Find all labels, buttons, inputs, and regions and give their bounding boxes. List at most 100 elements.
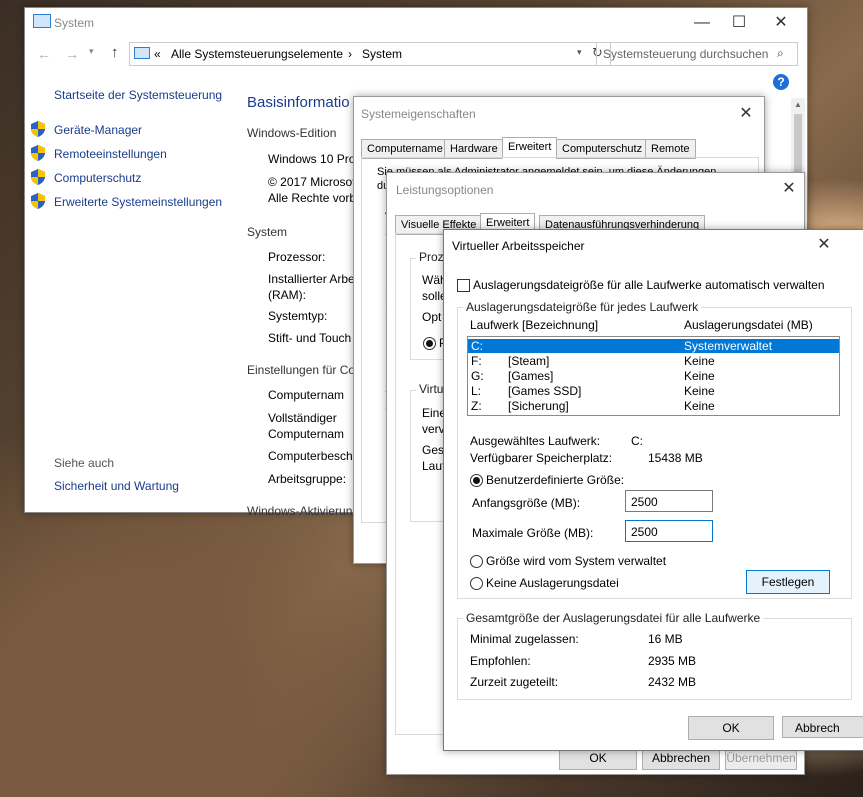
column-pagefile: Auslagerungsdatei (MB) [684, 318, 813, 332]
drive-letter: F: [471, 354, 482, 368]
virtual-memory-dialog: Virtueller Arbeitsspeicher ✕ Auslagerung… [443, 229, 863, 751]
address-item-system[interactable]: System [362, 47, 402, 61]
copyright-line2: Alle Rechte vorb [268, 191, 357, 205]
max-size-label: Maximale Größe (MB): [472, 526, 594, 540]
settings-header: Einstellungen für Co [247, 363, 356, 377]
address-dropdown-icon[interactable]: ▾ [577, 47, 582, 58]
scroll-up-icon[interactable]: ▲ [794, 100, 802, 109]
tab-computername[interactable]: Computername [361, 139, 449, 159]
drive-letter: Z: [471, 399, 482, 413]
vm-titlebar[interactable]: Virtueller Arbeitsspeicher ✕ [444, 230, 863, 260]
tab-remote[interactable]: Remote [645, 139, 696, 159]
close-icon[interactable]: ✕ [735, 103, 757, 125]
minimize-icon[interactable]: — [691, 12, 713, 34]
sysprops-title: Systemeigenschaften [361, 107, 476, 121]
address-monitor-icon [134, 47, 150, 59]
help-icon[interactable]: ? [773, 74, 789, 90]
ram-label-line2: (RAM): [268, 288, 306, 302]
drive-list[interactable]: C: Systemverwaltet F: [Steam] Keine G: [… [467, 336, 840, 416]
sysprops-titlebar[interactable]: Systemeigenschaften ✕ [354, 97, 764, 127]
system-managed-label[interactable]: Größe wird vom System verwaltet [486, 554, 666, 568]
tab-system-protection[interactable]: Computerschutz [556, 139, 649, 159]
initial-size-input[interactable]: 2500 [625, 490, 713, 512]
sidebar-item-device-manager[interactable]: Geräte-Manager [54, 123, 142, 137]
custom-size-radio[interactable] [470, 474, 483, 487]
search-icon[interactable]: ⌕ [777, 46, 784, 61]
auto-manage-checkbox[interactable] [457, 279, 470, 292]
close-icon[interactable]: ✕ [770, 12, 792, 34]
system-managed-radio[interactable] [470, 555, 483, 568]
sidebar-home-link[interactable]: Startseite der Systemsteuerung [54, 88, 222, 102]
selected-drive-value: C: [631, 434, 643, 448]
vm-cancel-button[interactable]: Abbrech [782, 716, 863, 738]
drive-row-l[interactable]: L: [Games SSD] Keine [468, 384, 839, 398]
activation-header: Windows-Aktivierun [247, 504, 353, 518]
description-label: Computerbesch [268, 449, 353, 463]
virtual-memory-group-label: Virtu [416, 382, 447, 396]
close-icon[interactable]: ✕ [813, 234, 835, 256]
maximize-icon[interactable]: ☐ [728, 12, 750, 34]
min-allowed-label: Minimal zugelassen: [470, 632, 579, 646]
address-bar[interactable]: « Alle Systemsteuerungselemente › System… [129, 42, 611, 66]
drive-label: [Steam] [508, 354, 550, 368]
fullname-label-line2: Computernam [268, 427, 345, 441]
perf-title: Leistungsoptionen [396, 183, 494, 197]
current-allocated-label: Zurzeit zugeteilt: [470, 675, 559, 689]
drive-row-f[interactable]: F: [Steam] Keine [468, 354, 839, 368]
close-icon[interactable]: ✕ [778, 178, 800, 200]
drive-pagefile: Keine [684, 369, 715, 383]
optimize-label: Opt [422, 310, 442, 324]
up-arrow-icon[interactable]: ↑ [111, 44, 119, 61]
set-button[interactable]: Festlegen [746, 570, 830, 594]
drive-label: [Games] [508, 369, 554, 383]
page-heading: Basisinformatio [247, 94, 350, 111]
no-pagefile-radio[interactable] [470, 577, 483, 590]
drive-pagefile: Keine [684, 399, 715, 413]
monitor-icon [33, 14, 51, 28]
vm-ok-button[interactable]: OK [688, 716, 774, 740]
system-titlebar[interactable]: System — ☐ ✕ [25, 8, 807, 38]
sidebar-item-remote-settings[interactable]: Remoteeinstellungen [54, 147, 167, 161]
shield-icon [31, 193, 45, 209]
address-item-control-panel[interactable]: Alle Systemsteuerungselemente [171, 47, 343, 61]
systype-label: Systemtyp: [268, 309, 328, 323]
drive-row-g[interactable]: G: [Games] Keine [468, 369, 839, 383]
tab-advanced[interactable]: Erweitert [502, 137, 558, 159]
sysprops-tabstrip: Computername Hardware Erweitert Computer… [361, 137, 757, 159]
tab-hardware[interactable]: Hardware [444, 139, 504, 159]
drive-row-c[interactable]: C: Systemverwaltet [468, 339, 839, 353]
max-size-input[interactable]: 2500 [625, 520, 713, 542]
no-pagefile-label[interactable]: Keine Auslagerungsdatei [486, 576, 619, 590]
forward-arrow-icon[interactable]: → [65, 46, 79, 62]
drive-label: [Sicherung] [508, 399, 569, 413]
perf-titlebar[interactable]: Leistungsoptionen ✕ [387, 173, 804, 203]
vm-text2: verv [422, 422, 445, 436]
vm-title: Virtueller Arbeitsspeicher [452, 239, 585, 253]
sidebar-item-advanced-settings[interactable]: Erweiterte Systemeinstellungen [54, 195, 222, 209]
search-input[interactable]: Systemsteuerung durchsuchen [603, 47, 768, 61]
custom-size-label[interactable]: Benutzerdefinierte Größe: [486, 473, 624, 487]
search-box[interactable]: Systemsteuerung durchsuchen ⌕ [596, 42, 798, 66]
total-size-group-label: Gesamtgröße der Auslagerungsdatei für al… [463, 611, 764, 625]
sidebar-item-system-protection[interactable]: Computerschutz [54, 171, 141, 185]
drive-letter: G: [471, 369, 484, 383]
processor-label: Prozessor: [268, 250, 326, 264]
shield-icon [31, 121, 45, 137]
auto-manage-label[interactable]: Auslagerungsdateigröße für alle Laufwerk… [473, 278, 825, 292]
drive-row-z[interactable]: Z: [Sicherung] Keine [468, 399, 839, 413]
programs-radio[interactable] [423, 337, 436, 350]
back-arrow-icon[interactable]: ← [37, 46, 51, 62]
system-header: System [247, 225, 288, 239]
free-space-label: Verfügbarer Speicherplatz: [470, 451, 613, 465]
history-chevron-icon[interactable]: ▾ [89, 46, 94, 57]
copyright-line1: © 2017 Microsof [268, 175, 356, 189]
address-prefix[interactable]: « [154, 47, 161, 61]
system-title: System [54, 16, 95, 30]
selected-drive-label: Ausgewähltes Laufwerk: [470, 434, 601, 448]
security-maintenance-link[interactable]: Sicherheit und Wartung [54, 479, 179, 493]
initial-size-label: Anfangsgröße (MB): [472, 496, 581, 510]
address-separator: › [348, 47, 352, 61]
drive-pagefile: Keine [684, 384, 715, 398]
pen-touch-label: Stift- und Touch [268, 331, 352, 345]
drive-letter: L: [471, 384, 482, 398]
